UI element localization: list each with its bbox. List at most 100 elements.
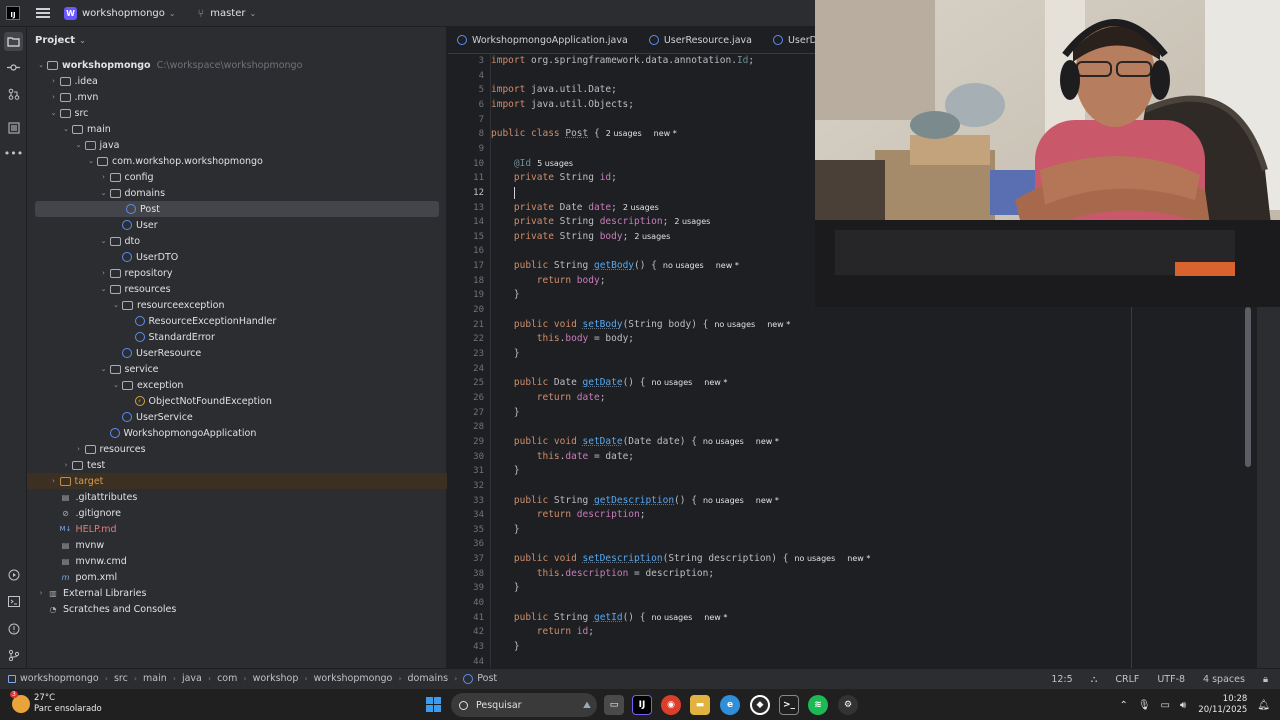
tree-item[interactable]: › ▥ External Libraries — [27, 585, 447, 601]
code-line[interactable]: this.description = description; — [491, 568, 714, 579]
pull-requests-icon[interactable] — [4, 84, 23, 103]
code-line[interactable]: } — [491, 582, 520, 593]
display-icon[interactable]: ▭ — [1161, 700, 1170, 711]
code-line[interactable]: return description; — [491, 509, 646, 520]
chevron-right-icon[interactable]: › — [48, 77, 60, 85]
inlay-hint[interactable]: new * — [704, 613, 727, 622]
terminal-icon[interactable] — [4, 592, 23, 611]
tree-item[interactable]: ResourceExceptionHandler — [27, 313, 447, 329]
tree-item[interactable]: ⌄ resourceexception — [27, 297, 447, 313]
inlay-hint[interactable]: 2 usages — [606, 129, 642, 138]
code-line[interactable]: return body; — [491, 275, 606, 286]
inlay-hint[interactable]: 2 usages — [634, 232, 670, 241]
chevron-right-icon[interactable]: › — [48, 93, 60, 101]
code-line[interactable]: } — [491, 465, 520, 476]
tree-item[interactable]: › .idea — [27, 73, 447, 89]
edge-icon[interactable]: e — [720, 695, 740, 715]
tree-item[interactable]: ⌄ workshopmongo C:\workspace\workshopmongo — [27, 57, 447, 73]
chevron-down-icon[interactable]: ⌄ — [73, 141, 85, 149]
inlay-hint[interactable]: no usages — [651, 378, 692, 387]
code-line[interactable]: } — [491, 407, 520, 418]
code-line[interactable]: public Date getDate() {no usages new * — [491, 377, 728, 388]
tree-item[interactable]: User — [27, 217, 447, 233]
tab-workshopmongo-application[interactable]: WorkshopmongoApplication.java — [448, 27, 640, 53]
chevron-down-icon[interactable]: ⌄ — [35, 61, 47, 69]
editor-scrollbar[interactable] — [1245, 307, 1251, 467]
code-line[interactable]: public void setBody(String body) {no usa… — [491, 319, 790, 330]
tree-item[interactable]: ⌄ dto — [27, 233, 447, 249]
tree-item[interactable]: ▤ .gitattributes — [27, 489, 447, 505]
chevron-down-icon[interactable]: ⌄ — [48, 109, 60, 117]
code-line[interactable]: private String id; — [491, 172, 617, 183]
commit-icon[interactable] — [4, 58, 23, 77]
chevron-right-icon[interactable]: › — [98, 269, 110, 277]
code-line[interactable]: } — [491, 348, 520, 359]
volume-icon[interactable]: 🔊︎ — [1180, 700, 1186, 711]
tab-user-dto[interactable]: UserDTO.ja — [764, 27, 815, 53]
chevron-down-icon[interactable]: ⌄ — [98, 237, 110, 245]
code-line[interactable]: @Id 5 usages — [491, 158, 573, 169]
breadcrumb-item[interactable]: workshopmongo — [314, 673, 393, 684]
cursor-position[interactable]: 12:5 — [1051, 674, 1072, 685]
breadcrumb-item[interactable]: domains — [408, 673, 449, 684]
tree-item[interactable]: Post — [35, 201, 439, 217]
inlay-hint[interactable]: new * — [756, 496, 779, 505]
chevron-down-icon[interactable]: ⌄ — [60, 125, 72, 133]
inlay-hint[interactable]: new * — [756, 437, 779, 446]
chevron-right-icon[interactable]: › — [35, 589, 47, 597]
code-line[interactable]: return date; — [491, 392, 606, 403]
inlay-hint[interactable]: no usages — [663, 261, 704, 270]
code-line[interactable]: import java.util.Objects; — [491, 99, 634, 110]
code-line[interactable]: this.date = date; — [491, 451, 634, 462]
services-run-icon[interactable] — [4, 565, 23, 584]
inlay-hint[interactable]: new * — [847, 554, 870, 563]
tree-item[interactable]: m pom.xml — [27, 569, 447, 585]
inlay-hint[interactable]: 2 usages — [674, 217, 710, 226]
tree-item[interactable]: ⚡ ObjectNotFoundException — [27, 393, 447, 409]
code-line[interactable]: private String body; 2 usages — [491, 231, 670, 242]
code-line[interactable]: public String getDescription() {no usage… — [491, 495, 779, 506]
tree-item[interactable]: › resources — [27, 441, 447, 457]
inlay-hint[interactable]: no usages — [651, 613, 692, 622]
chevron-down-icon[interactable]: ⌄ — [85, 157, 97, 165]
microphone-icon[interactable]: 🎙︎ — [1138, 700, 1151, 711]
windows-start-icon[interactable] — [426, 697, 441, 712]
tree-item[interactable]: ⌄ com.workshop.workshopmongo — [27, 153, 447, 169]
inlay-hint[interactable]: no usages — [714, 320, 755, 329]
code-line[interactable]: this.body = body; — [491, 333, 634, 344]
problems-icon[interactable] — [4, 619, 23, 638]
tree-item[interactable]: ⌄ main — [27, 121, 447, 137]
terminal-taskbar-icon[interactable]: >_ — [779, 695, 799, 715]
tree-item[interactable]: UserService — [27, 409, 447, 425]
tree-item[interactable]: › target — [27, 473, 447, 489]
code-line[interactable]: public String getId() {no usages new * — [491, 612, 728, 623]
taskbar-search[interactable]: Pesquisar ⛰︎ — [451, 693, 597, 717]
tree-item[interactable]: ◔ Scratches and Consoles — [27, 601, 447, 617]
tree-item[interactable]: ▤ mvnw — [27, 537, 447, 553]
inlay-hint[interactable]: new * — [704, 378, 727, 387]
tree-item[interactable]: ▤ mvnw.cmd — [27, 553, 447, 569]
tree-item[interactable]: UserResource — [27, 345, 447, 361]
tree-item[interactable]: UserDTO — [27, 249, 447, 265]
code-line[interactable]: } — [491, 289, 520, 300]
chevron-right-icon[interactable]: › — [98, 173, 110, 181]
structure-icon[interactable] — [4, 118, 23, 137]
chevron-down-icon[interactable]: ⌄ — [98, 365, 110, 373]
spotify-icon[interactable]: ≋ — [808, 695, 828, 715]
breadcrumb-item[interactable]: src — [114, 673, 128, 684]
chevron-down-icon[interactable]: ⌄ — [98, 189, 110, 197]
chevron-down-icon[interactable]: ⌄ — [98, 285, 110, 293]
code-line[interactable]: private String description; 2 usages — [491, 216, 710, 227]
branch-switcher[interactable]: ⑂ master ⌄ — [198, 7, 257, 20]
inlay-hint[interactable]: 5 usages — [537, 159, 573, 168]
line-ending[interactable]: CRLF — [1115, 674, 1139, 685]
code-line[interactable]: public class Post {2 usages new * — [491, 128, 677, 139]
chrome-icon[interactable]: ◉ — [661, 695, 681, 715]
chevron-right-icon[interactable]: › — [48, 477, 60, 485]
code-line[interactable]: import org.springframework.data.annotati… — [491, 55, 754, 66]
weather-widget[interactable]: 3 27°C Parc ensolarado — [10, 691, 102, 715]
breadcrumb-item[interactable]: com — [217, 673, 237, 684]
more-tools-icon[interactable]: ••• — [4, 144, 23, 163]
code-line[interactable]: return id; — [491, 626, 594, 637]
vscode-like-icon[interactable]: ◆ — [750, 695, 770, 715]
